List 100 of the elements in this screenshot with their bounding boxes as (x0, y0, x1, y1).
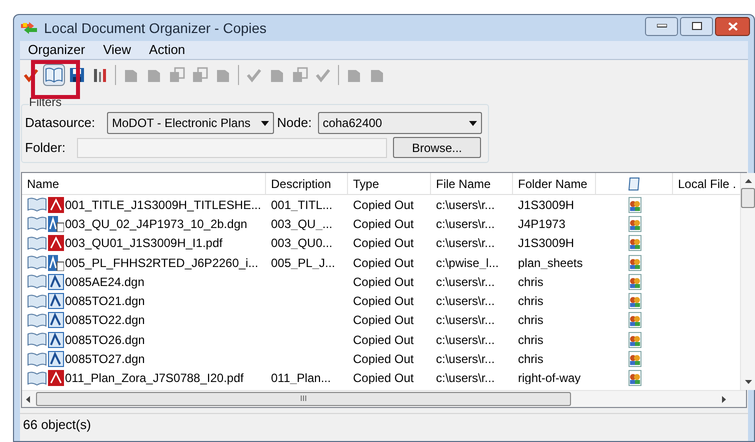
document-icon (369, 67, 385, 83)
table-cell-text: c:\users\r... (435, 353, 496, 366)
documents-icon (192, 67, 208, 83)
column-header[interactable]: Name (22, 173, 266, 194)
users-icon (628, 196, 642, 213)
file-name: 0085TO26.dgn (65, 334, 145, 346)
pdf-icon (48, 196, 64, 213)
book-icon (27, 197, 47, 212)
pdf-icon (48, 370, 64, 386)
table-cell-text: c:\users\r... (435, 334, 496, 346)
folder-label: Folder: (25, 138, 66, 157)
table-cell-text: c:\users\r... (435, 314, 496, 326)
table-cell-text: chris (517, 353, 544, 366)
book-icon (27, 216, 47, 232)
drawing-file-icon (48, 312, 64, 328)
file-name: 001_TITLE_J1S3009H_TITLESHE... (65, 198, 262, 211)
table-cell-text: c:\users\r... (435, 372, 496, 384)
maximize-icon (692, 22, 702, 30)
app-logo-icon (20, 21, 38, 35)
document-icon (215, 67, 231, 83)
drawing-file-icon (48, 274, 64, 290)
table-cell-text: chris (517, 314, 544, 326)
menu-item[interactable]: View (97, 40, 138, 60)
file-name: 003_QU_02_J4P1973_10_2b.dgn (65, 218, 248, 230)
column-header[interactable]: Type (348, 173, 431, 194)
book-icon (27, 255, 47, 270)
book-icon (27, 352, 47, 367)
checkmark-icon (246, 67, 262, 83)
pdf-icon (48, 235, 64, 252)
highlight-frame (31, 60, 80, 99)
table-cell-text: c:\users\r... (435, 218, 496, 230)
users-icon (628, 235, 642, 252)
horizontal-scrollbar[interactable]: III (22, 390, 746, 407)
window-title: Local Document Organizer - Copies (44, 18, 267, 38)
dropdown-arrow-icon (261, 120, 269, 126)
vertical-scrollbar[interactable] (740, 173, 755, 390)
minimize-button[interactable] (645, 16, 678, 36)
documents-icon (292, 67, 308, 83)
document-icon (146, 67, 162, 83)
users-icon (628, 216, 642, 232)
users-icon (628, 370, 642, 386)
table-cell-text: chris (517, 276, 544, 288)
file-name: 0085AE24.dgn (65, 276, 144, 288)
file-name: 0085TO21.dgn (65, 295, 145, 308)
table-cell-text: c:\users\r... (435, 276, 496, 288)
column-header[interactable]: Description (266, 173, 348, 194)
file-name: 003_QU01_J1S3009H_I1.pdf (65, 237, 222, 250)
datasource-dropdown[interactable]: MoDOT - Electronic Plans (107, 112, 274, 134)
users-icon (628, 274, 642, 290)
users-icon (628, 312, 642, 328)
scroll-up-icon (744, 179, 752, 183)
document-icon (123, 67, 139, 83)
close-icon (728, 22, 738, 30)
file-name: 005_PL_FHHS2RTED_J6P2260_i... (65, 256, 258, 269)
table-cell-text: c:\users\r... (435, 295, 496, 308)
documents-icon (169, 67, 185, 83)
table-cell-text: J1S3009H (517, 237, 576, 250)
checkmark-icon (315, 67, 331, 83)
book-icon (27, 274, 47, 290)
column-header[interactable]: Folder Name (513, 173, 596, 194)
table-cell-text: J4P1973 (517, 218, 566, 230)
table-cell-text: c:\users\r... (435, 198, 496, 211)
minimize-icon (656, 24, 666, 28)
book-icon (27, 236, 47, 251)
table-cell-text: c:\users\r... (435, 237, 496, 250)
column-header[interactable]: File Name (431, 173, 513, 194)
close-button[interactable] (715, 16, 750, 36)
scrollbar-thumb[interactable]: III (36, 392, 571, 406)
file-name: 0085TO27.dgn (65, 353, 145, 366)
table-cell-text: chris (517, 334, 544, 346)
drawing-file-icon (48, 351, 64, 368)
users-icon (628, 351, 642, 368)
book-icon (45, 67, 63, 83)
checkmark-icon (23, 67, 39, 83)
book-icon (27, 370, 47, 386)
users-icon (628, 293, 642, 310)
scroll-right-icon (722, 396, 726, 402)
scrollbar-thumb[interactable] (741, 188, 755, 208)
maximize-button[interactable] (680, 16, 713, 36)
users-icon (628, 254, 642, 271)
book-icon (27, 294, 47, 309)
file-name: 0085TO22.dgn (65, 314, 145, 326)
status-text: 66 object(s) (23, 416, 91, 434)
scroll-down-icon (744, 380, 752, 384)
drawing-file-icon (48, 293, 64, 310)
drawing-file-icon (48, 254, 64, 271)
table-cell-text: chris (517, 295, 544, 308)
book-icon (27, 312, 47, 328)
document-icon (269, 67, 285, 83)
drawing-file-icon (48, 216, 64, 232)
node-dropdown[interactable]: coha62400 (318, 112, 482, 134)
table-cell-text: J1S3009H (517, 198, 576, 211)
browse-button[interactable]: Browse... (393, 137, 481, 158)
scroll-left-icon (26, 396, 30, 402)
menu-item[interactable]: Organizer (22, 40, 92, 60)
file-name: 011_Plan_Zora_J7S0788_I20.pdf (65, 372, 244, 384)
menu-item[interactable]: Action (143, 40, 192, 60)
datasource-label: Datasource: (25, 114, 96, 132)
drawing-file-icon (48, 332, 64, 348)
book-icon (27, 332, 47, 348)
